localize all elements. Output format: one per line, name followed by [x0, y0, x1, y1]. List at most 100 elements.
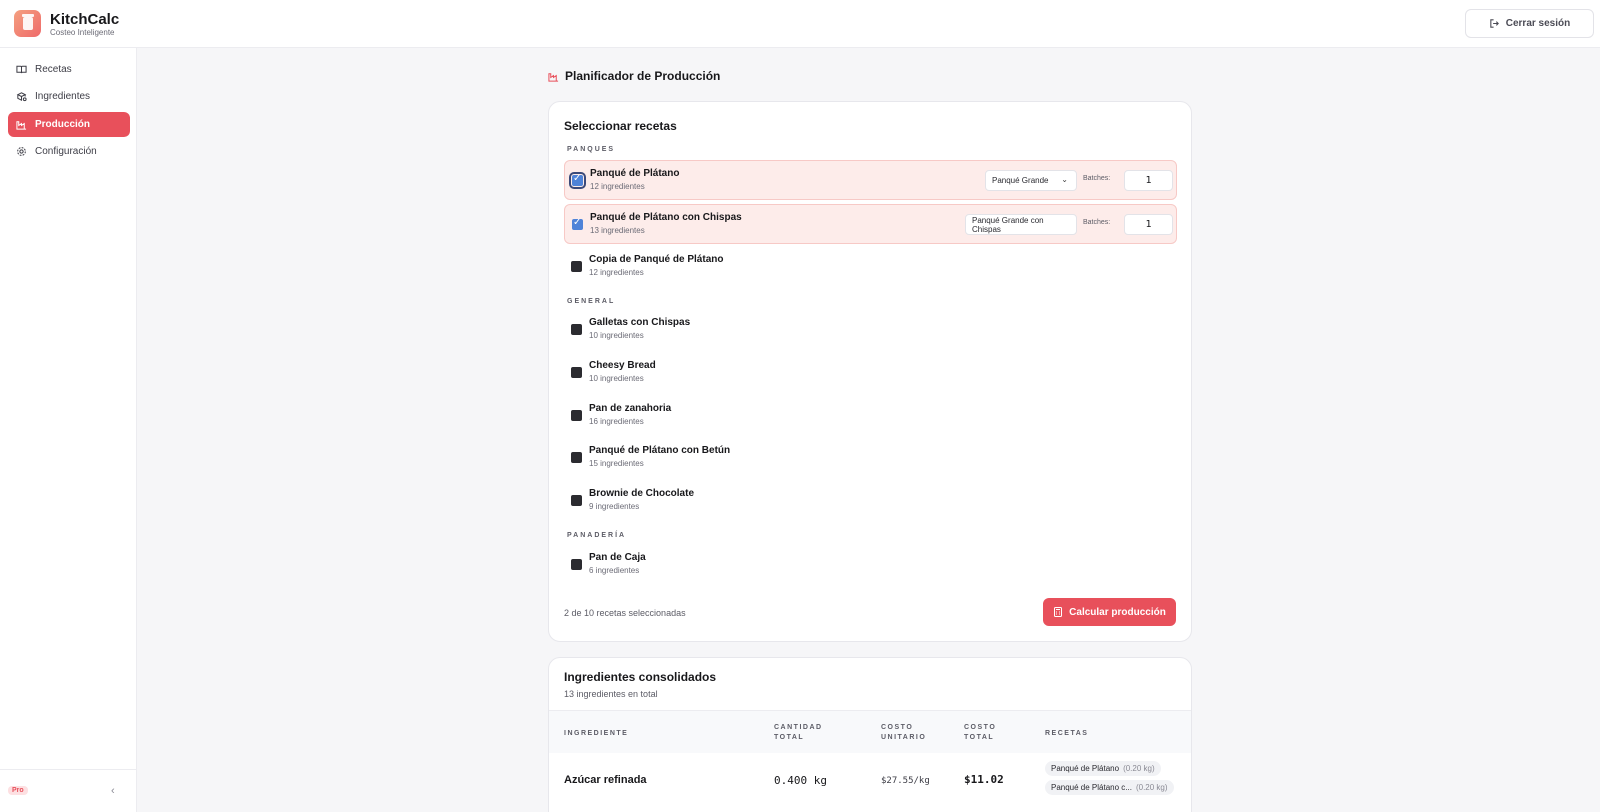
- group-label: PANADERÍA: [567, 532, 627, 539]
- sidebar-item-produccion[interactable]: Producción: [8, 112, 130, 137]
- app-name: KitchCalc: [50, 11, 120, 28]
- size-select-value: Panqué Grande con Chispas: [972, 215, 1044, 234]
- sidebar-footer: Pro ‹: [0, 769, 137, 812]
- calculator-icon: [1054, 607, 1063, 617]
- ingredient-unit-cost: $27.55/kg: [881, 776, 930, 786]
- column-header-line: COSTO: [964, 724, 997, 731]
- recipe-checkbox[interactable]: [571, 495, 582, 506]
- recipe-checkbox[interactable]: [571, 410, 582, 421]
- recipe-checkbox[interactable]: [571, 367, 582, 378]
- recipe-name: Copia de Panqué de Plátano: [589, 254, 724, 265]
- chevron-down-icon: ⌄: [1061, 175, 1068, 184]
- recipe-row[interactable]: Brownie de Chocolate 9 ingredientes: [564, 481, 1177, 521]
- calculate-production-label: Calcular producción: [1069, 606, 1166, 618]
- recipe-name: Panqué de Plátano con Betún: [589, 445, 731, 456]
- sidebar-item-label: Configuración: [35, 146, 97, 157]
- recipe-ingredient-count: 15 ingredientes: [589, 459, 644, 468]
- recipe-selector-card: Seleccionar recetas PANQUES Panqué de Pl…: [548, 101, 1192, 642]
- sidebar-item-recetas[interactable]: Recetas: [8, 57, 130, 82]
- recipe-name: Galletas con Chispas: [589, 317, 691, 328]
- recipe-ingredient-count: 16 ingredientes: [589, 417, 644, 426]
- size-select[interactable]: Panqué Grande ⌄: [985, 170, 1077, 191]
- recipe-name: Panqué de Plátano con Chispas: [590, 212, 742, 223]
- ingredient-quantity: 0.400 kg: [774, 774, 827, 787]
- batches-label: Batches:: [1083, 175, 1111, 182]
- ingredients-icon: [16, 92, 27, 102]
- recipe-pill: Panqué de Plátano (0.20 kg): [1045, 761, 1161, 776]
- recipe-name: Brownie de Chocolate: [589, 488, 695, 499]
- recipe-ingredient-count: 9 ingredientes: [589, 502, 640, 511]
- recipe-ingredient-count: 6 ingredientes: [589, 566, 640, 575]
- table-header: INGREDIENTE CANTIDAD TOTAL COSTO UNITARI…: [549, 710, 1191, 753]
- batches-input[interactable]: 1: [1124, 170, 1173, 191]
- sidebar-item-label: Producción: [35, 119, 91, 130]
- recipe-checkbox[interactable]: [571, 324, 582, 335]
- top-bar: KitchCalc Costeo Inteligente Cerrar sesi…: [0, 0, 1600, 48]
- recipe-pill-name: Panqué de Plátano: [1051, 764, 1120, 773]
- column-header-line: CANTIDAD: [774, 724, 823, 731]
- card-title: Ingredientes consolidados: [564, 670, 717, 684]
- recipe-row[interactable]: Cheesy Bread 10 ingredientes: [564, 353, 1177, 393]
- book-icon: [16, 65, 27, 74]
- card-title: Seleccionar recetas: [564, 119, 677, 133]
- logout-button[interactable]: Cerrar sesión: [1465, 9, 1594, 38]
- column-header-line: COSTO: [881, 724, 914, 731]
- recipe-ingredient-count: 12 ingredientes: [590, 182, 645, 191]
- recipe-checkbox[interactable]: [569, 172, 586, 189]
- calculate-production-button[interactable]: Calcular producción: [1043, 598, 1176, 626]
- consolidated-ingredients-card: Ingredientes consolidados 13 ingrediente…: [548, 657, 1192, 812]
- factory-icon: [548, 72, 559, 82]
- recipe-name: Pan de zanahoria: [589, 403, 672, 414]
- column-header-ingrediente[interactable]: INGREDIENTE: [564, 729, 628, 739]
- app-logo-icon: [14, 10, 41, 37]
- recipe-checkbox[interactable]: [571, 559, 582, 570]
- recipe-row[interactable]: Pan de Caja 6 ingredientes: [564, 545, 1177, 585]
- plan-badge: Pro: [8, 786, 28, 795]
- recipe-checkbox[interactable]: [571, 452, 582, 463]
- sidebar-item-label: Recetas: [35, 64, 72, 75]
- app-subtitle: Costeo Inteligente: [50, 28, 115, 37]
- group-label: GENERAL: [567, 298, 616, 305]
- sidebar-item-label: Ingredientes: [35, 91, 91, 102]
- recipe-ingredient-count: 12 ingredientes: [589, 268, 644, 277]
- batches-input[interactable]: 1: [1124, 214, 1173, 235]
- recipe-pill-name: Panqué de Plátano c...: [1051, 783, 1132, 792]
- card-subtitle: 13 ingredientes en total: [564, 689, 658, 699]
- recipe-row[interactable]: Panqué de Plátano con Betún 15 ingredien…: [564, 438, 1177, 478]
- logout-icon: [1490, 19, 1499, 28]
- column-header-costo-total[interactable]: COSTO TOTAL: [964, 723, 996, 743]
- ingredient-total-cost: $11.02: [964, 773, 1004, 786]
- recipe-pill-amount: (0.20 kg): [1123, 764, 1155, 773]
- recipe-row[interactable]: Panqué de Plátano 12 ingredientes Panqué…: [564, 160, 1177, 200]
- recipe-ingredient-count: 13 ingredientes: [590, 226, 645, 235]
- selected-count: 2 de 10 recetas seleccionadas: [564, 608, 686, 618]
- ingredient-name: Azúcar refinada: [564, 774, 647, 786]
- factory-icon: [16, 121, 27, 130]
- batches-label: Batches:: [1083, 219, 1111, 226]
- recipe-row[interactable]: Galletas con Chispas 10 ingredientes: [564, 310, 1177, 350]
- recipe-pill-amount: (0.20 kg): [1135, 783, 1168, 792]
- sidebar-item-configuracion[interactable]: Configuración: [8, 139, 130, 164]
- recipe-checkbox[interactable]: [572, 217, 583, 230]
- size-select-value: Panqué Grande: [992, 176, 1049, 185]
- sidebar: Recetas Ingredientes Producción Configur…: [0, 48, 137, 812]
- recipe-checkbox[interactable]: [571, 261, 582, 272]
- column-header-recetas[interactable]: RECETAS: [1045, 729, 1088, 739]
- recipe-row[interactable]: Pan de zanahoria 16 ingredientes: [564, 396, 1177, 436]
- logout-label: Cerrar sesión: [1505, 18, 1571, 29]
- sidebar-item-ingredientes[interactable]: Ingredientes: [8, 84, 130, 109]
- page-title-text: Planificador de Producción: [565, 69, 721, 83]
- size-select[interactable]: Panqué Grande con Chispas: [965, 214, 1077, 235]
- recipe-name: Cheesy Bread: [589, 360, 656, 371]
- column-header-costo-unitario[interactable]: COSTO UNITARIO: [881, 723, 926, 743]
- column-header-line: UNITARIO: [881, 734, 927, 741]
- recipe-ingredient-count: 10 ingredientes: [589, 374, 644, 383]
- column-header-cantidad[interactable]: CANTIDAD TOTAL: [774, 723, 823, 743]
- page-title: Planificador de Producción: [548, 69, 720, 83]
- recipe-name: Panqué de Plátano: [590, 168, 680, 179]
- gear-icon: [17, 147, 26, 156]
- chevron-left-icon[interactable]: ‹: [111, 785, 115, 797]
- recipe-row[interactable]: Copia de Panqué de Plátano 12 ingredient…: [564, 247, 1177, 287]
- recipe-row[interactable]: Panqué de Plátano con Chispas 13 ingredi…: [564, 204, 1177, 244]
- column-header-line: TOTAL: [964, 734, 995, 741]
